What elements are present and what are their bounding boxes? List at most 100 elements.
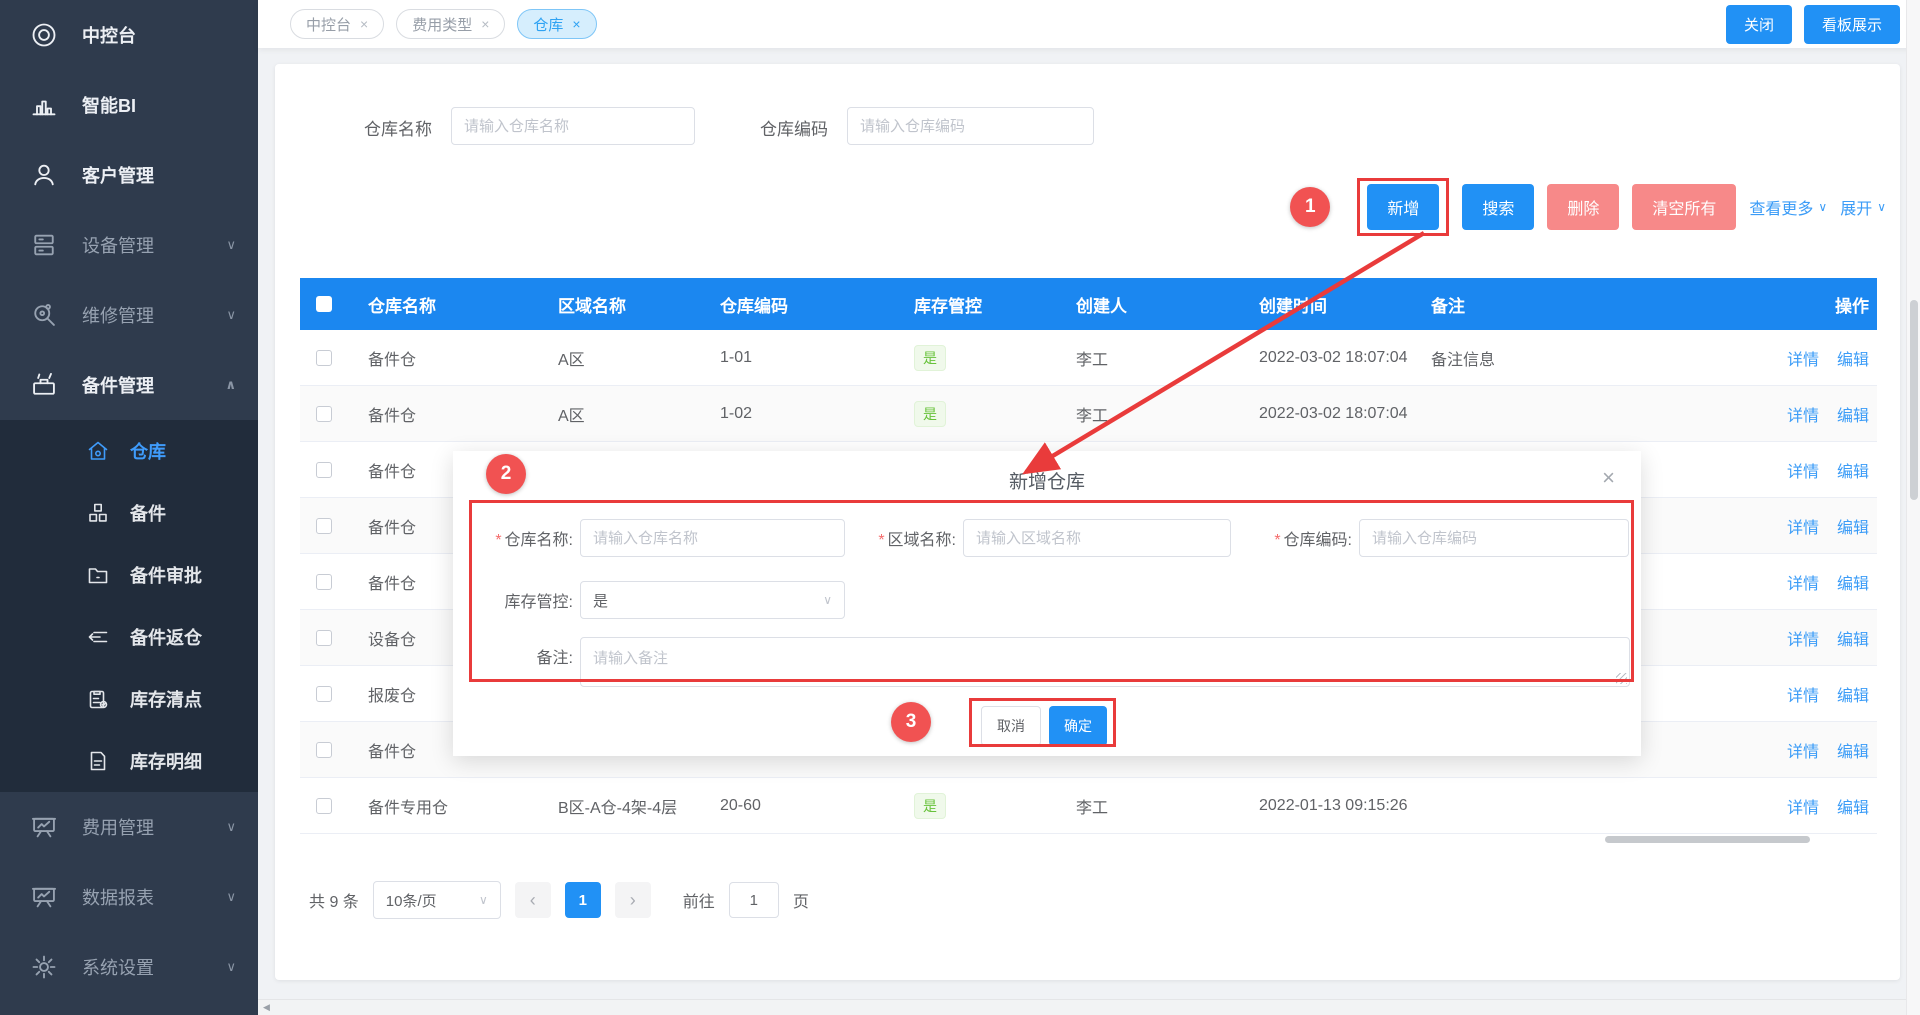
sidebar-item-spare[interactable]: 备件 <box>0 482 258 544</box>
close-icon[interactable]: × <box>360 16 368 32</box>
delete-button[interactable]: 删除 <box>1547 184 1619 230</box>
dashboard-icon <box>30 21 58 49</box>
modal-remark-textarea[interactable] <box>580 637 1630 687</box>
cancel-button[interactable]: 取消 <box>981 706 1041 746</box>
detail-link[interactable]: 详情 <box>1787 738 1819 762</box>
detail-link[interactable]: 详情 <box>1787 402 1819 426</box>
modal-warehouse-name-input[interactable] <box>580 519 845 557</box>
warehouse-name-label: 仓库名称 <box>364 115 432 140</box>
sidebar-item-repair[interactable]: 维修管理 ∨ <box>0 280 258 350</box>
expand-link[interactable]: 展开 ∨ <box>1840 195 1886 219</box>
edit-link[interactable]: 编辑 <box>1837 794 1869 818</box>
col-area-name: 区域名称 <box>538 292 700 317</box>
detail-link[interactable]: 详情 <box>1787 570 1819 594</box>
row-checkbox[interactable] <box>316 462 332 478</box>
chevron-down-icon: ∨ <box>823 593 832 607</box>
edit-link[interactable]: 编辑 <box>1837 738 1869 762</box>
close-button[interactable]: 关闭 <box>1726 5 1792 44</box>
edit-link[interactable]: 编辑 <box>1837 458 1869 482</box>
sidebar-item-label: 费用管理 <box>82 814 154 840</box>
required-icon: * <box>878 532 884 549</box>
detail-link[interactable]: 详情 <box>1787 514 1819 538</box>
stock-control-select[interactable]: 是 ∨ <box>580 581 845 619</box>
bar-chart-icon <box>30 91 58 119</box>
sidebar-item-expense[interactable]: 费用管理 ∨ <box>0 792 258 862</box>
sidebar-item-stocktake[interactable]: 库存清点 <box>0 668 258 730</box>
cell-area: B区-A仓-4架-4层 <box>538 794 700 818</box>
cell-remark: 备注信息 <box>1411 346 1727 370</box>
tab-console[interactable]: 中控台 × <box>290 9 384 39</box>
edit-link[interactable]: 编辑 <box>1837 514 1869 538</box>
detail-link[interactable]: 详情 <box>1787 458 1819 482</box>
warehouse-code-input[interactable] <box>847 107 1094 145</box>
sidebar-item-label: 设备管理 <box>82 232 154 258</box>
modal-area-name-input[interactable] <box>963 519 1231 557</box>
sidebar-item-spare-approval[interactable]: 备件审批 <box>0 544 258 606</box>
row-checkbox[interactable] <box>316 406 332 422</box>
horizontal-scrollbar[interactable]: ◀ <box>258 999 1906 1015</box>
vertical-scrollbar[interactable] <box>1906 0 1920 1015</box>
row-checkbox[interactable] <box>316 630 332 646</box>
annotation-step-1: 1 <box>1290 187 1330 227</box>
edit-link[interactable]: 编辑 <box>1837 346 1869 370</box>
next-page-button[interactable]: › <box>615 882 651 918</box>
sidebar-item-warehouse[interactable]: 仓库 <box>0 420 258 482</box>
cell-name: 备件专用仓 <box>348 794 538 818</box>
prev-page-button[interactable]: ‹ <box>515 882 551 918</box>
page-1-button[interactable]: 1 <box>565 882 601 918</box>
field-warehouse-code: *仓库编码: <box>1253 519 1631 557</box>
close-icon[interactable]: × <box>1602 465 1615 491</box>
detail-link[interactable]: 详情 <box>1787 794 1819 818</box>
page-size-select[interactable]: 10条/页 ∨ <box>373 881 501 919</box>
confirm-button[interactable]: 确定 <box>1049 706 1107 746</box>
table-horizontal-scrollbar-thumb[interactable] <box>1605 836 1810 843</box>
view-more-link[interactable]: 查看更多 ∨ <box>1749 195 1827 219</box>
tab-expense-type[interactable]: 费用类型 × <box>396 9 505 39</box>
sidebar-item-bi[interactable]: 智能BI <box>0 70 258 140</box>
cell-creator: 李工 <box>1056 402 1239 426</box>
sidebar-item-spare-mgmt[interactable]: 备件管理 ∧ <box>0 350 258 420</box>
board-display-button[interactable]: 看板展示 <box>1804 5 1900 44</box>
search-button[interactable]: 搜索 <box>1462 184 1534 230</box>
presentation-chart-icon <box>30 883 58 911</box>
select-all-checkbox[interactable] <box>316 296 332 312</box>
clear-all-button[interactable]: 清空所有 <box>1632 184 1736 230</box>
goto-page-input[interactable] <box>729 882 779 918</box>
warehouse-name-input[interactable] <box>451 107 695 145</box>
close-icon[interactable]: × <box>572 16 580 32</box>
sidebar-item-customers[interactable]: 客户管理 <box>0 140 258 210</box>
vertical-scrollbar-thumb[interactable] <box>1910 300 1918 500</box>
edit-link[interactable]: 编辑 <box>1837 570 1869 594</box>
modal-warehouse-code-input[interactable] <box>1359 519 1629 557</box>
tab-warehouse[interactable]: 仓库 × <box>517 9 596 39</box>
sidebar-item-devices[interactable]: 设备管理 ∨ <box>0 210 258 280</box>
table-header-row: 仓库名称 区域名称 仓库编码 库存管控 创建人 创建时间 备注 操作 <box>300 278 1877 330</box>
sidebar-item-label: 系统设置 <box>82 954 154 980</box>
col-warehouse-code: 仓库编码 <box>700 292 894 317</box>
row-checkbox[interactable] <box>316 742 332 758</box>
row-checkbox[interactable] <box>316 350 332 366</box>
scroll-left-icon[interactable]: ◀ <box>263 1002 270 1013</box>
add-button[interactable]: 新增 <box>1367 184 1439 230</box>
row-checkbox[interactable] <box>316 574 332 590</box>
detail-link[interactable]: 详情 <box>1787 682 1819 706</box>
sidebar-item-console[interactable]: 中控台 <box>0 0 258 70</box>
sidebar-item-stock-detail[interactable]: 库存明细 <box>0 730 258 792</box>
status-badge: 是 <box>914 401 946 427</box>
sidebar-item-label: 中控台 <box>82 22 136 48</box>
table-row: 备件仓 A区 1-01 是 李工 2022-03-02 18:07:04 备注信… <box>300 330 1877 386</box>
close-icon[interactable]: × <box>481 16 489 32</box>
edit-link[interactable]: 编辑 <box>1837 682 1869 706</box>
sidebar-item-settings[interactable]: 系统设置 ∨ <box>0 932 258 1002</box>
tab-label: 费用类型 <box>412 14 472 35</box>
row-checkbox[interactable] <box>316 518 332 534</box>
sidebar-item-spare-return[interactable]: 备件返仓 <box>0 606 258 668</box>
edit-link[interactable]: 编辑 <box>1837 626 1869 650</box>
sidebar-item-reports[interactable]: 数据报表 ∨ <box>0 862 258 932</box>
detail-link[interactable]: 详情 <box>1787 346 1819 370</box>
row-checkbox[interactable] <box>316 686 332 702</box>
edit-link[interactable]: 编辑 <box>1837 402 1869 426</box>
row-checkbox[interactable] <box>316 798 332 814</box>
detail-link[interactable]: 详情 <box>1787 626 1819 650</box>
resize-handle-icon[interactable] <box>1616 673 1627 684</box>
